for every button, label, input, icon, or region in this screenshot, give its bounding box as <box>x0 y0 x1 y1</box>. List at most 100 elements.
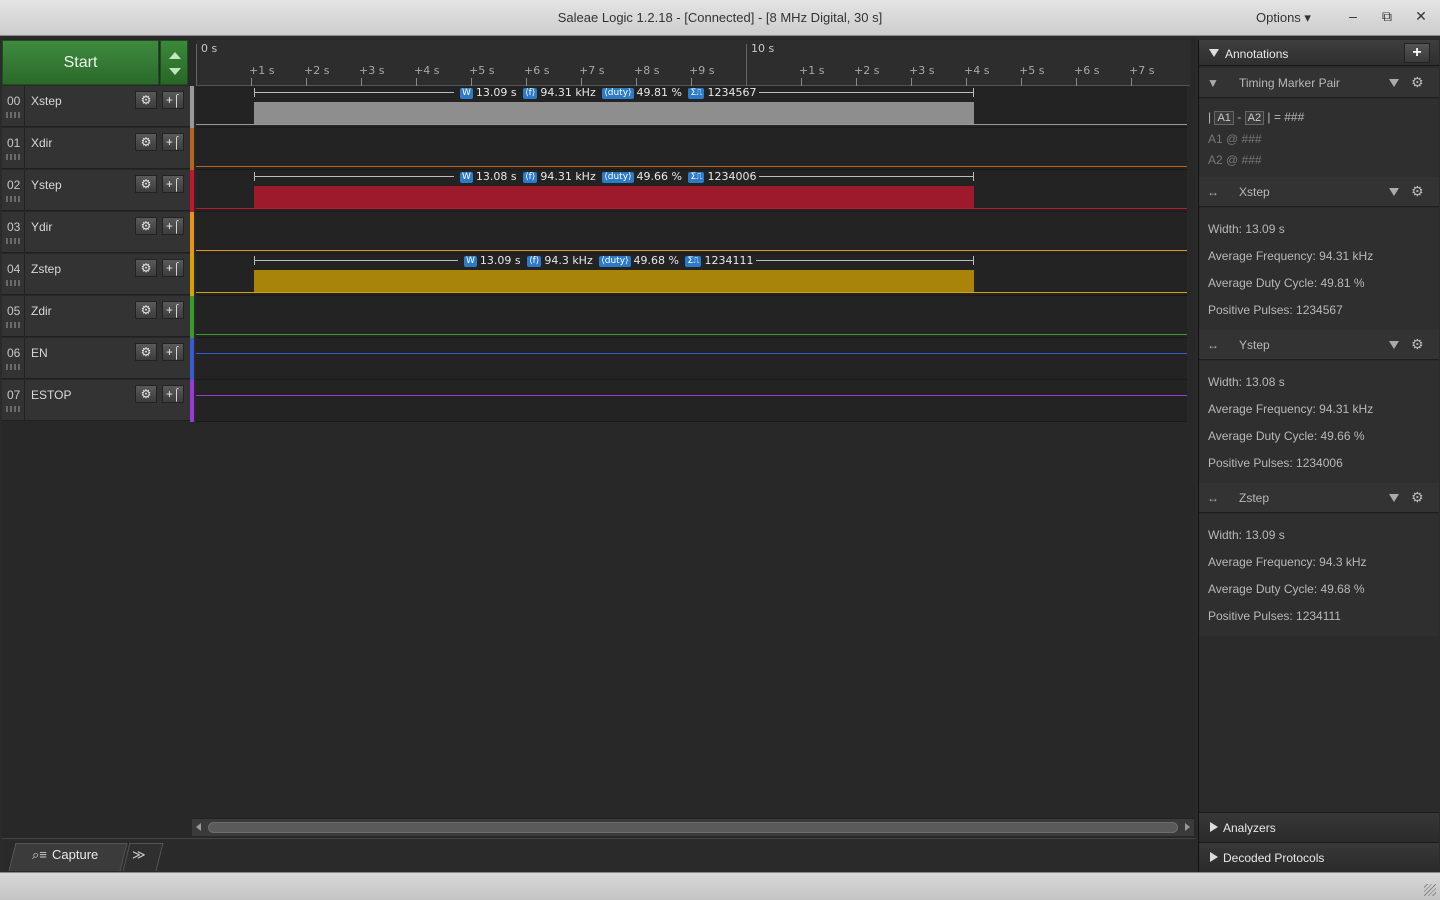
channel-track[interactable] <box>196 296 1187 338</box>
measurement-bar[interactable]: W 13.09 s ⟨f⟩ 94.31 kHz ⟨duty⟩ 49.81 % Σ⎍ 12… <box>254 86 974 100</box>
dropdown-icon[interactable] <box>1389 341 1399 349</box>
collapse-triangle-icon[interactable] <box>1209 49 1219 57</box>
trigger-icon[interactable]: +⌠ <box>162 259 184 277</box>
channel-name[interactable]: Ystep <box>31 178 62 192</box>
measurement-group-zstep-header[interactable]: ↔ Zstep ⚙ <box>1199 483 1439 513</box>
gear-icon[interactable]: ⚙ <box>135 91 157 109</box>
trigger-icon[interactable]: +⌠ <box>162 343 184 361</box>
trigger-icon[interactable]: +⌠ <box>162 133 184 151</box>
marker-a1-key[interactable]: A1 <box>1214 111 1234 125</box>
double-chevron-icon[interactable]: ≫ <box>132 847 146 863</box>
start-options-button[interactable] <box>160 40 188 85</box>
channel-name[interactable]: Ydir <box>31 220 52 234</box>
add-annotation-button[interactable]: + <box>1404 43 1430 63</box>
channel-color-bar <box>190 212 194 254</box>
measurement-pulses: 1234567 <box>707 86 757 99</box>
analyzers-section[interactable]: Analyzers <box>1199 812 1439 840</box>
drag-handle-icon[interactable] <box>6 154 22 160</box>
close-icon[interactable]: ✕ <box>1406 3 1436 29</box>
marker-a2-key[interactable]: A2 <box>1244 111 1265 125</box>
trace-line <box>196 124 1187 125</box>
time-ruler[interactable]: 0 s 10 s +1 s +2 s +3 s +4 s +5 s +6 s +… <box>196 40 1190 86</box>
dropdown-icon[interactable] <box>1389 188 1399 196</box>
channel-track[interactable]: W 13.09 s ⟨f⟩ 94.31 kHz ⟨duty⟩ 49.81 % Σ⎍ 12… <box>196 86 1187 128</box>
drag-handle-icon[interactable] <box>6 280 22 286</box>
channel-row-ydir: 03 Ydir ⚙ +⌠ <box>2 212 1187 254</box>
channel-name[interactable]: EN <box>31 346 48 360</box>
channel-label[interactable]: 06 EN ⚙ +⌠ <box>2 338 190 379</box>
channel-label[interactable]: 04 Zstep ⚙ +⌠ <box>2 254 190 295</box>
gear-icon[interactable]: ⚙ <box>135 217 157 235</box>
capture-tab-label[interactable]: Capture <box>52 847 98 862</box>
channel-track[interactable]: W 13.08 s ⟨f⟩ 94.31 kHz ⟨duty⟩ 49.66 % Σ⎍ 12… <box>196 170 1187 212</box>
trigger-icon[interactable]: +⌠ <box>162 385 184 403</box>
gear-icon[interactable]: ⚙ <box>1411 336 1424 353</box>
restore-icon[interactable]: ⧉ <box>1372 3 1402 29</box>
start-button[interactable]: Start <box>2 40 159 85</box>
channel-label[interactable]: 05 Zdir ⚙ +⌠ <box>2 296 190 337</box>
trigger-icon[interactable]: +⌠ <box>162 175 184 193</box>
channel-track[interactable] <box>196 338 1187 380</box>
dropdown-icon[interactable] <box>1389 494 1399 502</box>
measurement-bar[interactable]: W 13.09 s ⟨f⟩ 94.3 kHz ⟨duty⟩ 49.68 % Σ⎍ 123… <box>254 254 974 268</box>
resize-grip-icon[interactable] <box>1424 884 1436 896</box>
pin-icon: ▼ <box>1207 76 1219 90</box>
channel-track[interactable] <box>196 128 1187 170</box>
channel-name[interactable]: Zdir <box>31 304 52 318</box>
gear-icon[interactable]: ⚙ <box>135 385 157 403</box>
drag-handle-icon[interactable] <box>6 364 22 370</box>
channel-track[interactable]: W 13.09 s ⟨f⟩ 94.3 kHz ⟨duty⟩ 49.68 % Σ⎍ 123… <box>196 254 1187 296</box>
drag-handle-icon[interactable] <box>6 238 22 244</box>
group-pulses: Positive Pulses: 1234567 <box>1208 303 1343 317</box>
channel-track[interactable] <box>196 380 1187 422</box>
decoded-protocols-section[interactable]: Decoded Protocols <box>1199 842 1439 870</box>
measurement-group-xstep-header[interactable]: ↔ Xstep ⚙ <box>1199 177 1439 207</box>
gear-icon[interactable]: ⚙ <box>135 133 157 151</box>
ruler-minor-label: +7 s <box>579 64 605 77</box>
minimize-icon[interactable]: – <box>1338 3 1368 29</box>
gear-icon[interactable]: ⚙ <box>1411 183 1424 200</box>
status-bar <box>0 872 1440 900</box>
gear-icon[interactable]: ⚙ <box>135 175 157 193</box>
channel-label[interactable]: 07 ESTOP ⚙ +⌠ <box>2 380 190 421</box>
trigger-icon[interactable]: +⌠ <box>162 217 184 235</box>
channel-name[interactable]: Zstep <box>31 262 61 276</box>
drag-handle-icon[interactable] <box>6 196 22 202</box>
horizontal-scrollbar[interactable] <box>192 818 1194 836</box>
divider <box>24 170 25 211</box>
channel-name[interactable]: Xstep <box>31 94 62 108</box>
gear-icon[interactable]: ⚙ <box>1411 74 1424 91</box>
scroll-left-icon[interactable] <box>196 823 201 831</box>
options-menu[interactable]: Options ▾ <box>1256 10 1311 26</box>
drag-handle-icon[interactable] <box>6 112 22 118</box>
channel-label[interactable]: 00 Xstep ⚙ +⌠ <box>2 86 190 127</box>
gear-icon[interactable]: ⚙ <box>135 343 157 361</box>
gear-icon[interactable]: ⚙ <box>135 301 157 319</box>
annotations-header[interactable]: Annotations + <box>1199 40 1439 66</box>
scroll-right-icon[interactable] <box>1185 823 1190 831</box>
channel-label[interactable]: 02 Ystep ⚙ +⌠ <box>2 170 190 211</box>
channel-name[interactable]: Xdir <box>31 136 52 150</box>
timing-marker-pair-header[interactable]: ▼ Timing Marker Pair ⚙ <box>1199 68 1439 98</box>
measurement-duty: 49.68 % <box>633 254 679 267</box>
ruler-minor-label: +3 s <box>359 64 385 77</box>
trigger-icon[interactable]: +⌠ <box>162 91 184 109</box>
drag-handle-icon[interactable] <box>6 406 22 412</box>
trace-line <box>196 166 1187 167</box>
channel-label[interactable]: 03 Ydir ⚙ +⌠ <box>2 212 190 253</box>
gear-icon[interactable]: ⚙ <box>135 259 157 277</box>
channel-track[interactable] <box>196 212 1187 254</box>
expand-triangle-icon[interactable] <box>1210 822 1218 832</box>
gear-icon[interactable]: ⚙ <box>1411 489 1424 506</box>
channel-name[interactable]: ESTOP <box>31 388 71 402</box>
width-tag: W <box>460 172 473 183</box>
expand-triangle-icon[interactable] <box>1210 852 1218 862</box>
pulses-tag: Σ⎍ <box>688 88 705 99</box>
trigger-icon[interactable]: +⌠ <box>162 301 184 319</box>
dropdown-icon[interactable] <box>1389 79 1399 87</box>
measurement-group-ystep-header[interactable]: ↔ Ystep ⚙ <box>1199 330 1439 360</box>
channel-label[interactable]: 01 Xdir ⚙ +⌠ <box>2 128 190 169</box>
measurement-bar[interactable]: W 13.08 s ⟨f⟩ 94.31 kHz ⟨duty⟩ 49.66 % Σ⎍ 12… <box>254 170 974 184</box>
scroll-thumb[interactable] <box>208 822 1178 833</box>
drag-handle-icon[interactable] <box>6 322 22 328</box>
